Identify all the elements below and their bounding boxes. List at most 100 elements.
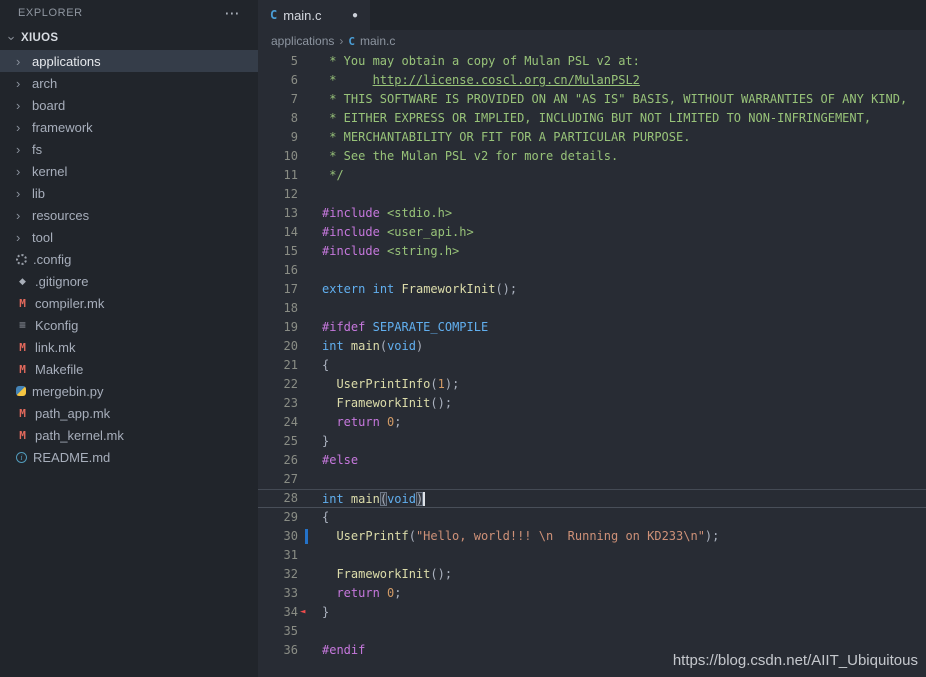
- chevron-right-icon: ›: [16, 97, 21, 113]
- sidebar-item-makefile[interactable]: M Makefile: [0, 358, 258, 380]
- sidebar-item-path-kernel-mk[interactable]: Mpath_kernel.mk: [0, 424, 258, 446]
- sidebar-item-kconfig[interactable]: ≡ Kconfig: [0, 314, 258, 336]
- gutter: 16: [258, 261, 322, 280]
- line-number: 16: [283, 263, 298, 277]
- more-actions-button[interactable]: ⋯: [224, 4, 240, 22]
- code-text: #include <string.h>: [322, 244, 460, 258]
- code-text: }: [322, 434, 330, 448]
- code-line-31: 31: [258, 546, 926, 565]
- line-number: 36: [283, 643, 298, 657]
- gutter: 17: [258, 280, 322, 299]
- breadcrumb: applications › C main.c: [258, 30, 926, 52]
- line-number: 22: [283, 377, 298, 391]
- sidebar-item-compiler-mk[interactable]: Mcompiler.mk: [0, 292, 258, 314]
- sidebar-item-mergebin-py[interactable]: mergebin.py: [0, 380, 258, 402]
- code-line-17: 17 extern int FrameworkInit();: [258, 280, 926, 299]
- sidebar-item-framework[interactable]: › framework: [0, 116, 258, 138]
- modified-dot-icon[interactable]: ●: [352, 10, 358, 21]
- code-text: UserPrintf("Hello, world!!! \n Running o…: [336, 529, 720, 543]
- item-label: Kconfig: [35, 317, 79, 333]
- makefile-icon: M: [19, 296, 26, 310]
- code-text: * http://license.coscl.org.cn/MulanPSL2: [322, 73, 640, 87]
- sidebar-item-config[interactable]: .config: [0, 248, 258, 270]
- gutter: 11: [258, 166, 322, 185]
- sidebar-item-fs[interactable]: › fs: [0, 138, 258, 160]
- code-line-12: 12: [258, 185, 926, 204]
- code-text: extern int FrameworkInit();: [322, 282, 518, 296]
- gutter: 14: [258, 223, 322, 242]
- chevron-right-icon: ›: [16, 119, 21, 135]
- sidebar-item-resources[interactable]: › resources: [0, 204, 258, 226]
- explorer-sidebar: EXPLORER ⋯ › XIUOS › applications › arch › bo…: [0, 0, 258, 677]
- line-number: 27: [283, 472, 298, 486]
- code-line-20: 20 int main(void): [258, 337, 926, 356]
- chevron-right-icon: ›: [16, 75, 21, 91]
- code-line-21: 21 {: [258, 356, 926, 375]
- sidebar-item-readme-md[interactable]: i README.md: [0, 446, 258, 468]
- gutter: 5: [258, 52, 322, 71]
- gutter: 25: [258, 432, 322, 451]
- gutter: 32: [258, 565, 322, 584]
- gear-icon: [16, 253, 27, 265]
- code-line-13: 13 #include <stdio.h>: [258, 204, 926, 223]
- breadcrumb-item-applications[interactable]: applications: [271, 34, 334, 48]
- sidebar-item-kernel[interactable]: › kernel: [0, 160, 258, 182]
- code-text: FrameworkInit();: [336, 567, 453, 581]
- line-number: 10: [283, 149, 298, 163]
- gutter: 6: [258, 71, 322, 90]
- gutter: 8: [258, 109, 322, 128]
- item-label: arch: [32, 75, 58, 91]
- code-text: * See the Mulan PSL v2 for more details.: [322, 149, 619, 163]
- line-number: 13: [283, 206, 298, 220]
- code-line-11: 11 */: [258, 166, 926, 185]
- gutter: 28: [258, 489, 322, 508]
- tab-main-c[interactable]: C main.c ●: [258, 0, 370, 30]
- code-line-6: 6 * http://license.coscl.org.cn/MulanPSL…: [258, 71, 926, 90]
- item-label: compiler.mk: [35, 295, 105, 311]
- code-line-22: 22 UserPrintInfo(1);: [258, 375, 926, 394]
- line-number: 26: [283, 453, 298, 467]
- item-label: Makefile: [35, 361, 84, 377]
- gutter: 22: [258, 375, 322, 394]
- sidebar-item-lib[interactable]: › lib: [0, 182, 258, 204]
- line-number: 8: [290, 111, 298, 125]
- item-label: link.mk: [35, 339, 76, 355]
- gutter: 13: [258, 204, 322, 223]
- gutter: 21: [258, 356, 322, 375]
- workspace-section-header[interactable]: › XIUOS: [0, 26, 258, 50]
- list-icon: ≡: [18, 318, 26, 332]
- sidebar-item-tool[interactable]: › tool: [0, 226, 258, 248]
- code-line-33: 33 return 0;: [258, 584, 926, 603]
- item-label: tool: [32, 229, 53, 245]
- sidebar-item-path-app-mk[interactable]: Mpath_app.mk: [0, 402, 258, 424]
- code-text: int main(void): [322, 339, 424, 353]
- file-tree: › applications › arch › board › framework › fs › ke…: [0, 50, 258, 677]
- code-line-29: 29 {: [258, 508, 926, 527]
- code-line-9: 9 * MERCHANTABILITY OR FIT FOR A PARTICU…: [258, 128, 926, 147]
- gutter: 20: [258, 337, 322, 356]
- item-label: .gitignore: [35, 273, 89, 289]
- line-number: 24: [283, 415, 298, 429]
- line-number: 25: [283, 434, 298, 448]
- sidebar-item-link-mk[interactable]: Mlink.mk: [0, 336, 258, 358]
- editor-area: C main.c ● applications › C main.c 5 * Y…: [258, 0, 926, 677]
- sidebar-item-gitignore[interactable]: ◆ .gitignore: [0, 270, 258, 292]
- line-number: 21: [283, 358, 298, 372]
- line-number: 14: [283, 225, 298, 239]
- gutter: 9: [258, 128, 322, 147]
- gutter: 24: [258, 413, 322, 432]
- line-number: 18: [283, 301, 298, 315]
- code-area[interactable]: 5 * You may obtain a copy of Mulan PSL v…: [258, 52, 926, 677]
- code-text: {: [322, 510, 330, 524]
- gutter: 29: [258, 508, 322, 527]
- sidebar-item-arch[interactable]: › arch: [0, 72, 258, 94]
- chevron-right-icon: ›: [16, 185, 21, 201]
- tab-bar: C main.c ●: [258, 0, 926, 30]
- sidebar-item-board[interactable]: › board: [0, 94, 258, 116]
- line-number: 35: [283, 624, 298, 638]
- line-number: 7: [290, 92, 298, 106]
- breadcrumb-item-main-c[interactable]: main.c: [360, 34, 395, 48]
- code-text: * EITHER EXPRESS OR IMPLIED, INCLUDING B…: [322, 111, 872, 125]
- code-line-10: 10 * See the Mulan PSL v2 for more detai…: [258, 147, 926, 166]
- sidebar-item-applications[interactable]: › applications: [0, 50, 258, 72]
